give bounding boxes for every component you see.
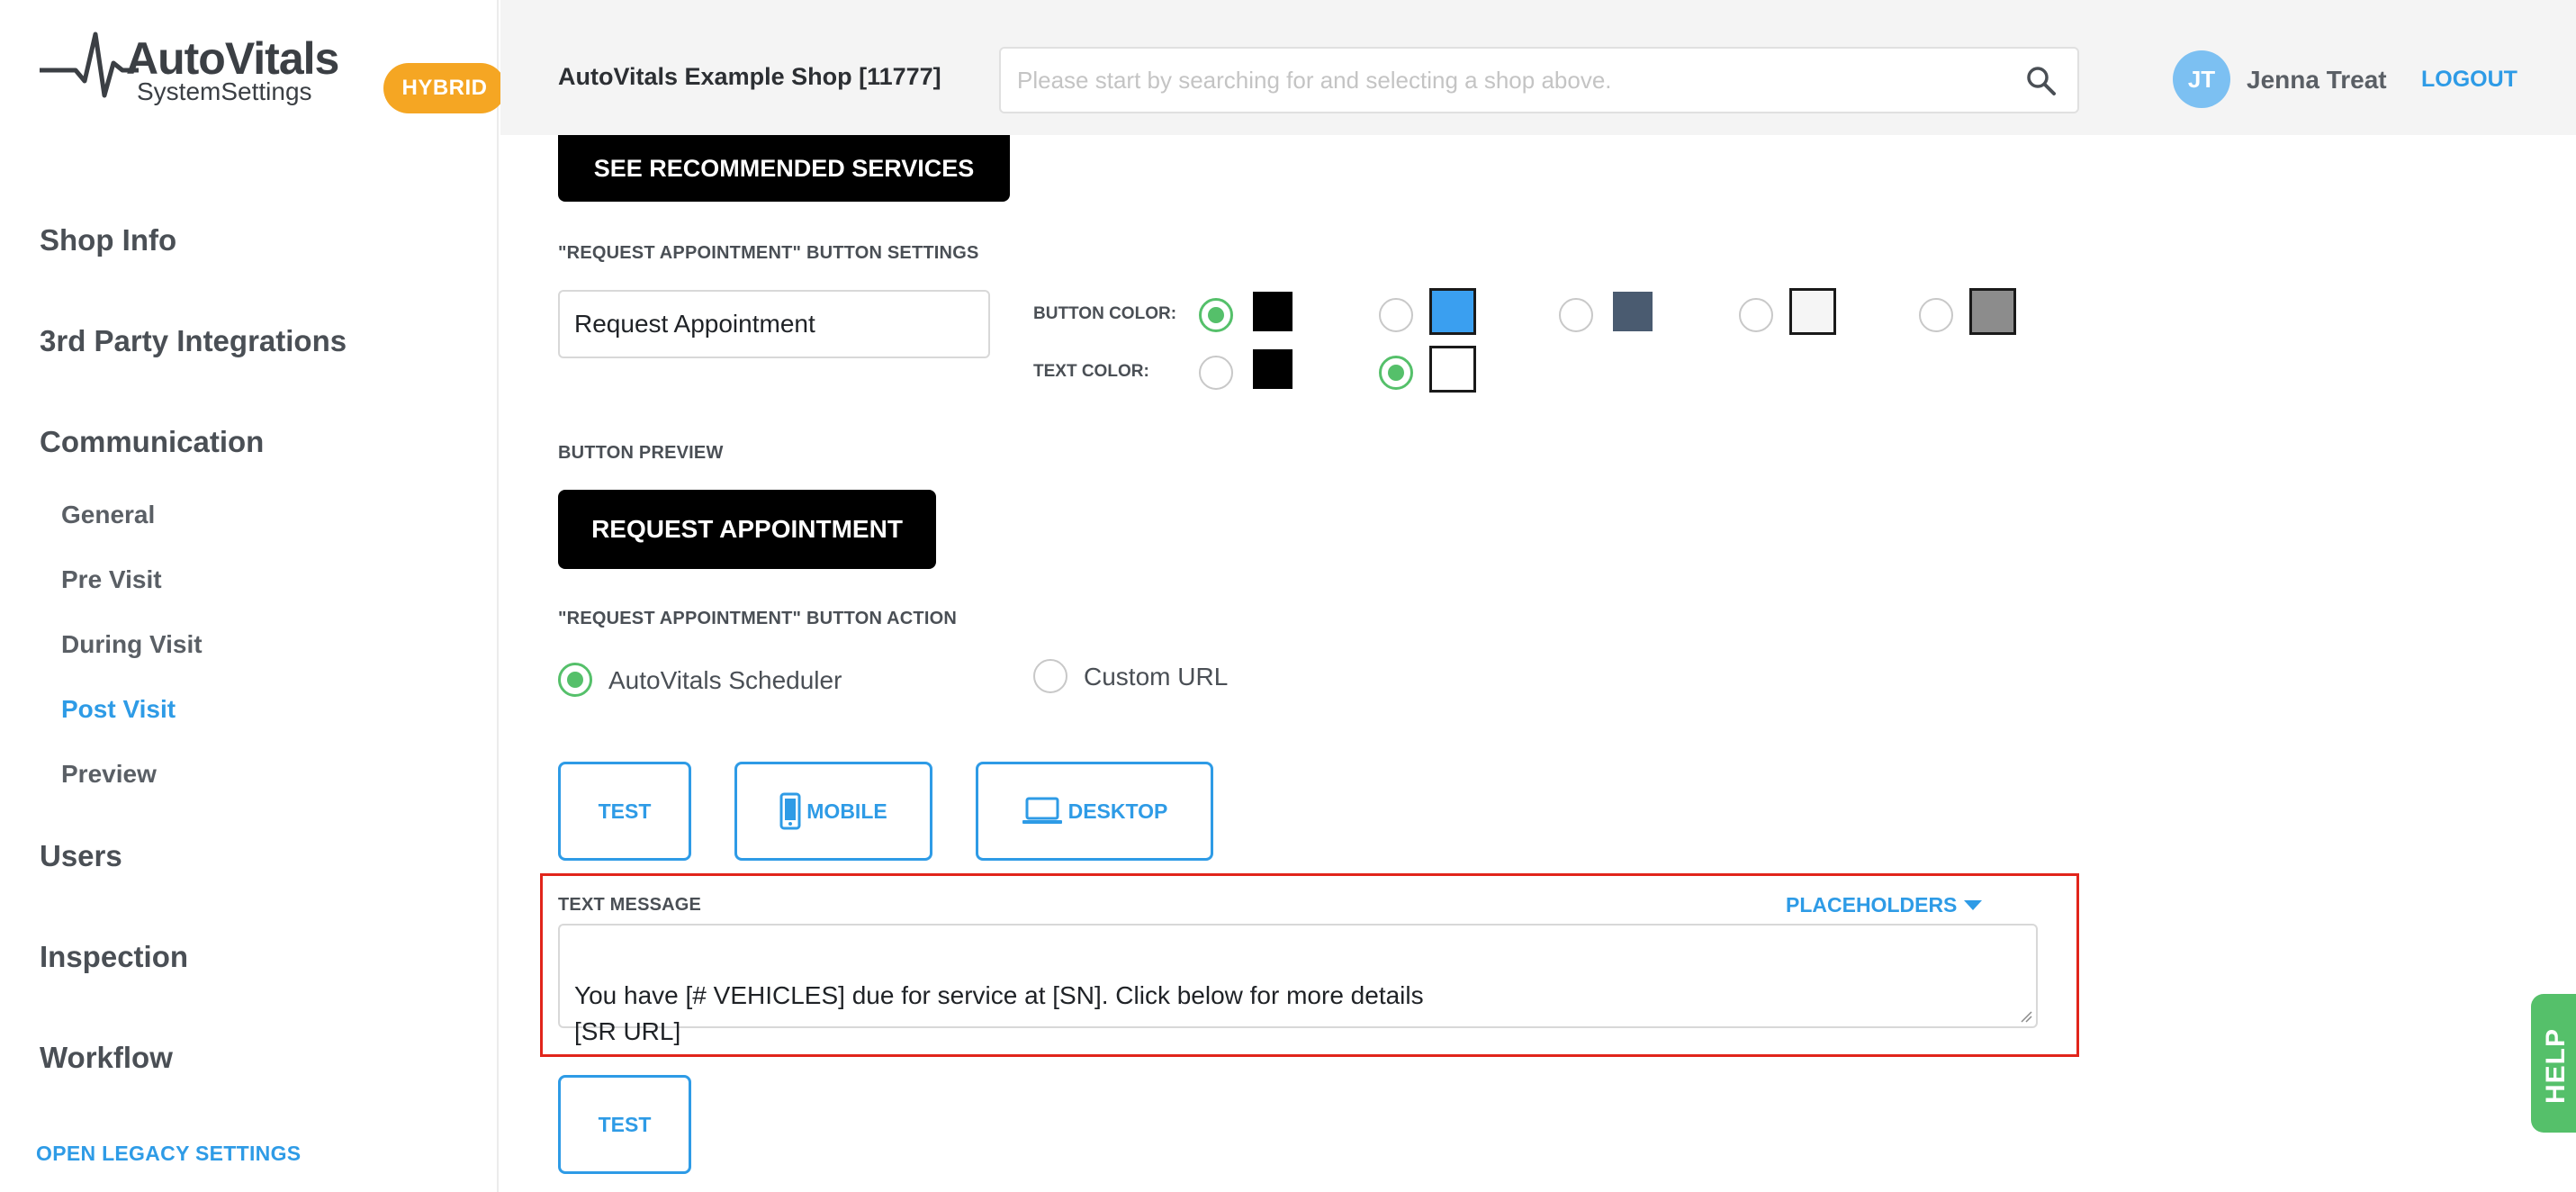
mobile-phone-icon: [779, 792, 801, 830]
text-color-radio-black[interactable]: [1199, 356, 1233, 390]
sidebar-item-during-visit[interactable]: During Visit: [61, 630, 203, 659]
open-legacy-settings-link[interactable]: OPEN LEGACY SETTINGS: [36, 1142, 301, 1166]
mobile-button-label: MOBILE: [806, 799, 887, 823]
autovitals-logo[interactable]: AutoVitals SystemSettings HYBRID: [40, 27, 506, 117]
text-message-label: TEXT MESSAGE: [558, 895, 702, 915]
request-appointment-preview-button[interactable]: REQUEST APPOINTMENT: [558, 490, 936, 569]
sidebar-item-workflow[interactable]: Workflow: [40, 1041, 173, 1075]
logo-subtitle: SystemSettings: [137, 77, 312, 105]
sidebar-item-3rd-party-integrations[interactable]: 3rd Party Integrations: [40, 324, 347, 358]
button-color-swatch-white[interactable]: [1789, 288, 1836, 335]
button-color-swatch-blue[interactable]: [1429, 288, 1476, 335]
top-header: AutoVitals Example Shop [11777] Please s…: [500, 0, 2576, 135]
sidebar-item-shop-info[interactable]: Shop Info: [40, 223, 176, 257]
test-button-label: TEST: [598, 799, 652, 823]
test-text-message-button[interactable]: TEST: [558, 1075, 691, 1174]
placeholders-dropdown[interactable]: PLACEHOLDERS: [1786, 893, 1983, 917]
search-icon[interactable]: [2025, 65, 2058, 97]
button-color-radio-gray[interactable]: [1919, 298, 1953, 332]
action-option-autovitals-scheduler[interactable]: AutoVitals Scheduler: [608, 666, 842, 695]
text-color-swatch-white[interactable]: [1429, 346, 1476, 393]
logout-link[interactable]: LOGOUT: [2421, 67, 2517, 93]
sidebar-item-communication[interactable]: Communication: [40, 425, 264, 459]
shop-name: AutoVitals Example Shop [11777]: [558, 63, 941, 90]
test-text-message-label: TEST: [598, 1112, 652, 1136]
button-color-radio-blue[interactable]: [1379, 298, 1413, 332]
placeholders-label: PLACEHOLDERS: [1786, 893, 1958, 917]
button-color-swatch-black[interactable]: [1253, 292, 1293, 331]
sidebar-item-users[interactable]: Users: [40, 839, 122, 873]
user-avatar[interactable]: JT: [2173, 50, 2230, 108]
button-color-radio-white[interactable]: [1739, 298, 1773, 332]
action-radio-custom-url[interactable]: [1033, 659, 1067, 693]
button-color-radio-black[interactable]: [1199, 298, 1233, 332]
see-recommended-services-button[interactable]: SEE RECOMMENDED SERVICES: [558, 135, 1010, 202]
text-message-textarea[interactable]: You have [# VEHICLES] due for service at…: [558, 924, 2038, 1045]
shop-search-input[interactable]: Please start by searching for and select…: [999, 47, 2079, 113]
sidebar-item-inspection[interactable]: Inspection: [40, 940, 188, 974]
test-button[interactable]: TEST: [558, 762, 691, 861]
request-button-text-input[interactable]: Request Appointment: [558, 290, 990, 358]
desktop-preview-button[interactable]: DESKTOP: [976, 762, 1213, 861]
pulse-logo-icon: [40, 32, 139, 98]
button-action-label: "REQUEST APPOINTMENT" BUTTON ACTION: [558, 609, 958, 628]
desktop-button-label: DESKTOP: [1067, 799, 1168, 823]
text-color-swatch-black[interactable]: [1253, 349, 1293, 389]
sidebar-item-general[interactable]: General: [61, 501, 155, 529]
button-color-swatch-slate[interactable]: [1613, 292, 1653, 331]
sidebar: AutoVitals SystemSettings HYBRID Shop In…: [0, 0, 506, 1192]
user-name: Jenna Treat: [2247, 66, 2387, 94]
search-placeholder: Please start by searching for and select…: [1017, 67, 1612, 94]
caret-down-icon: [1964, 900, 1983, 910]
button-color-swatch-gray[interactable]: [1969, 288, 2016, 335]
hybrid-badge: HYBRID: [383, 63, 506, 113]
mobile-preview-button[interactable]: MOBILE: [734, 762, 932, 861]
sidebar-item-post-visit[interactable]: Post Visit: [61, 695, 176, 724]
text-color-radio-white[interactable]: [1379, 356, 1413, 390]
sidebar-item-pre-visit[interactable]: Pre Visit: [61, 565, 162, 594]
action-option-custom-url[interactable]: Custom URL: [1084, 663, 1228, 691]
laptop-icon: [1022, 797, 1062, 824]
action-radio-autovitals-scheduler[interactable]: [558, 663, 592, 697]
button-color-radio-slate[interactable]: [1559, 298, 1593, 332]
resize-handle-icon[interactable]: [2020, 1010, 2032, 1023]
text-color-label: TEXT COLOR:: [1033, 362, 1149, 381]
button-preview-label: BUTTON PREVIEW: [558, 443, 724, 463]
request-appointment-settings-label: "REQUEST APPOINTMENT" BUTTON SETTINGS: [558, 243, 979, 263]
sidebar-item-preview[interactable]: Preview: [61, 760, 157, 789]
help-tab-label[interactable]: HELP: [2536, 1021, 2576, 1111]
button-color-label: BUTTON COLOR:: [1033, 304, 1177, 323]
